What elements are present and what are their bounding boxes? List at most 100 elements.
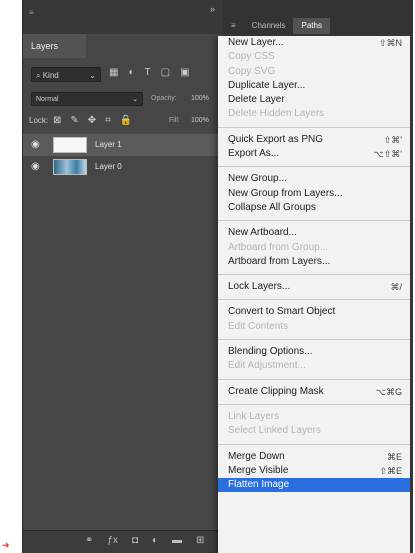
menu-item[interactable]: New Group from Layers... bbox=[218, 187, 410, 201]
menu-item: Link Layers bbox=[218, 410, 410, 424]
opacity-label: Opacity: bbox=[151, 95, 177, 102]
menu-item[interactable]: Collapse All Groups bbox=[218, 201, 410, 215]
menu-separator bbox=[218, 166, 410, 168]
chevron-down-icon: ⌄ bbox=[132, 96, 138, 103]
link-icon[interactable]: ⚭ bbox=[85, 535, 93, 546]
menu-separator bbox=[218, 126, 410, 128]
menu-separator bbox=[218, 299, 410, 301]
menu-item[interactable]: Merge Down ⌘E bbox=[218, 450, 410, 464]
menu-item[interactable]: Delete Layer bbox=[218, 93, 410, 107]
blend-mode-select[interactable]: Normal ⌄ bbox=[31, 92, 143, 106]
adjustment-filter-icon[interactable]: ◐ bbox=[128, 67, 134, 78]
menu-item: Edit Contents bbox=[218, 320, 410, 334]
menu-item-label: Flatten Image bbox=[228, 479, 290, 491]
menu-item-shortcut: ⇧⌘N bbox=[378, 38, 402, 48]
right-panel-strip: ≡ Channels Paths bbox=[223, 0, 413, 34]
pixel-filter-icon[interactable]: ▦ bbox=[109, 67, 118, 78]
fx-icon[interactable]: ƒx bbox=[107, 535, 118, 546]
menu-item: Copy SVG bbox=[218, 65, 410, 79]
chevron-down-icon: ⌄ bbox=[89, 71, 96, 80]
type-filter-icon[interactable]: T bbox=[145, 67, 151, 78]
filter-icons: ▦ ◐ T ▢ ▣ bbox=[109, 67, 190, 78]
menu-separator bbox=[218, 274, 410, 276]
menu-item[interactable]: Convert to Smart Object bbox=[218, 305, 410, 319]
folder-icon[interactable]: ▬ bbox=[172, 535, 182, 546]
menu-item-shortcut: ⌥⌘G bbox=[375, 386, 402, 397]
layer-row[interactable]: ◉ Layer 0 bbox=[23, 156, 223, 178]
menu-item-label: New Artboard... bbox=[228, 227, 297, 239]
filter-row: ⌕ Kind ⌄ ▦ ◐ T ▢ ▣ bbox=[23, 64, 223, 86]
menu-item-label: Edit Adjustment... bbox=[228, 360, 306, 372]
menu-separator bbox=[218, 378, 410, 380]
menu-item: Delete Hidden Layers bbox=[218, 107, 410, 121]
menu-item[interactable]: Flatten Image bbox=[218, 478, 410, 493]
panel-menu-icon[interactable]: ≡ bbox=[223, 18, 244, 34]
layer-row[interactable]: ◉ Layer 1 bbox=[23, 134, 223, 156]
menu-item: Artboard from Group... bbox=[218, 241, 410, 255]
menu-item-shortcut: ⌥⇧⌘' bbox=[373, 149, 402, 160]
menu-item-label: Duplicate Layer... bbox=[228, 79, 306, 91]
menu-item-label: Link Layers bbox=[228, 410, 280, 422]
menu-item[interactable]: New Layer... ⇧⌘N bbox=[218, 36, 410, 50]
right-tabs: ≡ Channels Paths bbox=[223, 18, 330, 34]
menu-item-label: Merge Down bbox=[228, 450, 285, 462]
eye-icon[interactable]: ◉ bbox=[31, 139, 40, 150]
tab-paths[interactable]: Paths bbox=[293, 18, 330, 34]
menu-item-label: New Layer... bbox=[228, 37, 284, 48]
lock-icons: ⊠ ✎ ✥ ⌗ 🔒 bbox=[53, 114, 132, 128]
menu-item[interactable]: Quick Export as PNG ⇧⌘' bbox=[218, 133, 410, 147]
menu-item[interactable]: Create Clipping Mask ⌥⌘G bbox=[218, 385, 410, 399]
menu-item-label: Collapse All Groups bbox=[228, 201, 316, 213]
menu-item-label: New Group from Layers... bbox=[228, 187, 343, 199]
adjustment-icon[interactable]: ◐ bbox=[152, 535, 158, 546]
menu-item: Edit Adjustment... bbox=[218, 359, 410, 373]
tab-channels[interactable]: Channels bbox=[244, 18, 294, 34]
menu-item-shortcut: ⇧⌘E bbox=[379, 465, 402, 476]
lock-row: Lock: ⊠ ✎ ✥ ⌗ 🔒 Fill: 100% bbox=[23, 112, 223, 130]
shape-filter-icon[interactable]: ▢ bbox=[161, 67, 170, 78]
menu-item-label: Quick Export as PNG bbox=[228, 133, 324, 145]
lock-artboard-icon[interactable]: ⌗ bbox=[105, 114, 111, 128]
menu-separator bbox=[218, 339, 410, 341]
opacity-input[interactable]: 100% bbox=[191, 92, 209, 106]
kind-filter-select[interactable]: ⌕ Kind ⌄ bbox=[31, 67, 101, 82]
menu-item-label: Merge Visible bbox=[228, 464, 289, 476]
blend-mode-value: Normal bbox=[36, 96, 59, 103]
lock-transparent-icon[interactable]: ⊠ bbox=[53, 114, 61, 128]
menu-item[interactable]: Export As... ⌥⇧⌘' bbox=[218, 147, 410, 161]
menu-item-label: Export As... bbox=[228, 148, 280, 160]
grip-icon[interactable]: ≡ bbox=[29, 8, 34, 17]
menu-item[interactable]: Merge Visible ⇧⌘E bbox=[218, 464, 410, 478]
lock-move-icon[interactable]: ✥ bbox=[88, 114, 96, 128]
menu-item: Select Linked Layers bbox=[218, 424, 410, 438]
menu-item[interactable]: New Group... bbox=[218, 172, 410, 186]
menu-item-label: Convert to Smart Object bbox=[228, 306, 336, 318]
eye-icon[interactable]: ◉ bbox=[31, 161, 40, 172]
menu-item-label: Delete Layer bbox=[228, 94, 285, 106]
menu-item[interactable]: Lock Layers... ⌘/ bbox=[218, 280, 410, 294]
new-layer-icon[interactable]: ⊞ bbox=[196, 535, 204, 546]
menu-item: Copy CSS bbox=[218, 50, 410, 64]
lock-all-icon[interactable]: 🔒 bbox=[120, 114, 132, 128]
lock-paint-icon[interactable]: ✎ bbox=[70, 114, 78, 128]
smart-object-filter-icon[interactable]: ▣ bbox=[180, 67, 189, 78]
layers-panel: ≡ » Layers ⌕ Kind ⌄ ▦ ◐ T ▢ ▣ Normal ⌄ O bbox=[23, 0, 231, 553]
layer-name: Layer 0 bbox=[95, 162, 122, 171]
menu-item-label: Select Linked Layers bbox=[228, 425, 321, 437]
double-chevron-icon[interactable]: » bbox=[210, 4, 215, 14]
mask-icon[interactable]: ◘ bbox=[132, 535, 138, 546]
panel-top-strip: ≡ » bbox=[23, 0, 223, 34]
menu-item-shortcut: ⌘E bbox=[386, 451, 402, 462]
search-icon: ⌕ bbox=[36, 71, 41, 80]
cursor-marker-icon: ➜ bbox=[2, 540, 10, 550]
menu-item[interactable]: Artboard from Layers... bbox=[218, 255, 410, 269]
menu-item[interactable]: New Artboard... bbox=[218, 226, 410, 240]
layer-thumbnail bbox=[53, 159, 87, 175]
menu-item[interactable]: Blending Options... bbox=[218, 345, 410, 359]
menu-item-label: Lock Layers... bbox=[228, 281, 291, 293]
tab-layers[interactable]: Layers bbox=[23, 34, 86, 58]
layer-thumbnail bbox=[53, 137, 87, 153]
menu-item[interactable]: Duplicate Layer... bbox=[218, 79, 410, 93]
menu-item-label: Copy SVG bbox=[228, 65, 276, 77]
fill-input[interactable]: 100% bbox=[191, 114, 209, 128]
